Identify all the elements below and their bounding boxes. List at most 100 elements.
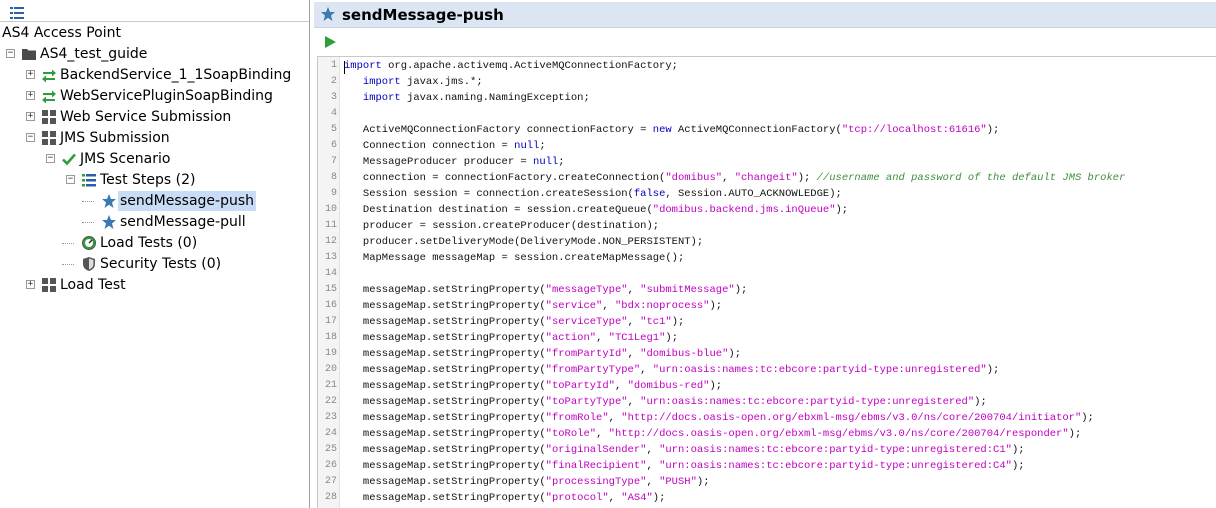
script-editor[interactable]: 1 2 3 4 5 6 7 8 9 10 11 12 13 14 15 16 17 18 19 20 21 22 23 24 2… bbox=[317, 56, 1216, 508]
tree-node[interactable]: + Web Service Submission bbox=[0, 107, 308, 127]
tree-node-label: Test Steps (2) bbox=[100, 172, 196, 188]
code-line: messageMap.setStringProperty("messageTyp… bbox=[344, 284, 748, 296]
star-icon bbox=[101, 193, 117, 209]
code-line: messageMap.setStringProperty("toRole", "… bbox=[344, 428, 1082, 440]
tree-node-label: JMS Scenario bbox=[80, 151, 171, 167]
folder-icon bbox=[21, 46, 37, 62]
tree-node[interactable]: sendMessage-pull bbox=[0, 212, 308, 232]
collapse-toggle[interactable]: − bbox=[66, 175, 75, 184]
workspace-root[interactable]: AS4 Access Point bbox=[2, 24, 121, 42]
line-number: 7 bbox=[330, 156, 337, 167]
navigator-panel: AS4 Access Point − AS4_test_guide + Backend… bbox=[0, 0, 310, 508]
code-line: import javax.jms.*; bbox=[362, 76, 483, 88]
tree-node-label: Load Tests (0) bbox=[100, 235, 198, 251]
tree-node[interactable]: sendMessage-push bbox=[0, 191, 308, 211]
line-number: 27 bbox=[324, 476, 337, 487]
tree-connector bbox=[82, 201, 94, 202]
code-line: MessageProducer producer = null; bbox=[344, 156, 565, 168]
tree-node[interactable]: + WebServicePluginSoapBinding bbox=[0, 86, 308, 106]
list-view-icon[interactable] bbox=[10, 4, 24, 23]
editor-panel: sendMessage-push 1 2 3 4 5 6 7 8 9 10 11 12 13 14 15 16… bbox=[314, 0, 1216, 508]
line-number: 11 bbox=[324, 220, 337, 231]
line-number: 12 bbox=[324, 236, 337, 247]
line-number: 3 bbox=[330, 92, 337, 103]
line-number: 16 bbox=[324, 300, 337, 311]
line-number-gutter: 1 2 3 4 5 6 7 8 9 10 11 12 13 14 15 16 17 18 19 20 21 22 23 24 2… bbox=[318, 57, 340, 508]
line-number: 19 bbox=[324, 348, 337, 359]
list-icon bbox=[81, 172, 97, 188]
tree-node[interactable]: + Load Test bbox=[0, 275, 308, 295]
expand-toggle[interactable]: + bbox=[26, 70, 35, 79]
navigator-toolbar bbox=[0, 0, 309, 22]
line-number: 21 bbox=[324, 380, 337, 391]
line-number: 14 bbox=[324, 268, 337, 279]
expand-toggle[interactable]: + bbox=[26, 91, 35, 100]
shield-icon bbox=[81, 256, 97, 272]
code-line: Connection connection = null; bbox=[344, 140, 546, 152]
gauge-icon bbox=[81, 235, 97, 251]
star-icon bbox=[101, 214, 117, 230]
tree-node-label: sendMessage-pull bbox=[120, 214, 246, 230]
tree-node[interactable]: Load Tests (0) bbox=[0, 233, 308, 253]
line-number: 13 bbox=[324, 252, 337, 263]
code-line: messageMap.setStringProperty("service", … bbox=[344, 300, 723, 312]
line-number: 25 bbox=[324, 444, 337, 455]
line-number: 23 bbox=[324, 412, 337, 423]
collapse-toggle[interactable]: − bbox=[6, 49, 15, 58]
code-line: messageMap.setStringProperty("action", "… bbox=[344, 332, 678, 344]
editor-tab[interactable]: sendMessage-push bbox=[314, 2, 1216, 28]
code-line: messageMap.setStringProperty("toPartyTyp… bbox=[344, 396, 987, 408]
run-button[interactable] bbox=[322, 34, 338, 50]
code-line: MapMessage messageMap = session.createMa… bbox=[344, 252, 685, 264]
line-number: 20 bbox=[324, 364, 337, 375]
code-line: import javax.naming.NamingException; bbox=[362, 92, 590, 104]
collapse-toggle[interactable]: − bbox=[26, 133, 35, 142]
tree-node[interactable]: + BackendService_1_1SoapBinding bbox=[0, 65, 308, 85]
tree-connector bbox=[62, 243, 74, 244]
code-line: messageMap.setStringProperty("originalSe… bbox=[344, 444, 1025, 456]
line-number: 2 bbox=[330, 76, 337, 87]
line-number: 4 bbox=[330, 108, 337, 119]
line-number: 22 bbox=[324, 396, 337, 407]
grid-icon bbox=[41, 277, 57, 293]
line-number: 10 bbox=[324, 204, 337, 215]
collapse-toggle[interactable]: − bbox=[46, 154, 55, 163]
tree-node-label: sendMessage-push bbox=[118, 191, 257, 211]
code-line: Destination destination = session.create… bbox=[344, 204, 849, 216]
line-number: 15 bbox=[324, 284, 337, 295]
code-line: producer.setDeliveryMode(DeliveryMode.NO… bbox=[344, 236, 704, 248]
code-line: messageMap.setStringProperty("toPartyId"… bbox=[344, 380, 723, 392]
tree-connector bbox=[62, 264, 74, 265]
line-number: 26 bbox=[324, 460, 337, 471]
line-number: 9 bbox=[330, 188, 337, 199]
code-line: messageMap.setStringProperty("fromPartyI… bbox=[344, 348, 741, 360]
code-line: messageMap.setStringProperty("processing… bbox=[344, 476, 710, 488]
code-line: messageMap.setStringProperty("finalRecip… bbox=[344, 460, 1025, 472]
code-line: Session session = connection.createSessi… bbox=[344, 188, 842, 200]
tree-node[interactable]: − Test Steps (2) bbox=[0, 170, 308, 190]
tree-node-label: JMS Submission bbox=[60, 130, 170, 146]
tree-node-label: WebServicePluginSoapBinding bbox=[60, 88, 273, 104]
expand-toggle[interactable]: + bbox=[26, 280, 35, 289]
tree-node-label: Load Test bbox=[60, 277, 126, 293]
play-icon bbox=[325, 36, 336, 48]
tree-node-label: AS4_test_guide bbox=[40, 46, 148, 62]
line-number: 24 bbox=[324, 428, 337, 439]
line-number: 6 bbox=[330, 140, 337, 151]
line-number: 5 bbox=[330, 124, 337, 135]
tree-node[interactable]: Security Tests (0) bbox=[0, 254, 308, 274]
line-number: 1 bbox=[330, 60, 337, 71]
interface-arrows-icon bbox=[41, 88, 57, 104]
line-number: 28 bbox=[324, 492, 337, 503]
tree-node[interactable]: − JMS Submission bbox=[0, 128, 308, 148]
expand-toggle[interactable]: + bbox=[26, 112, 35, 121]
editor-tab-title: sendMessage-push bbox=[342, 6, 504, 24]
tree-node-label: Security Tests (0) bbox=[100, 256, 222, 272]
code-line: ActiveMQConnectionFactory connectionFact… bbox=[344, 124, 1000, 136]
tree-node[interactable]: − AS4_test_guide bbox=[0, 44, 308, 64]
tree-connector bbox=[82, 222, 94, 223]
code-line: producer = session.createProducer(destin… bbox=[344, 220, 660, 232]
code-line: messageMap.setStringProperty("serviceTyp… bbox=[344, 316, 685, 328]
line-number: 18 bbox=[324, 332, 337, 343]
tree-node[interactable]: − JMS Scenario bbox=[0, 149, 308, 169]
